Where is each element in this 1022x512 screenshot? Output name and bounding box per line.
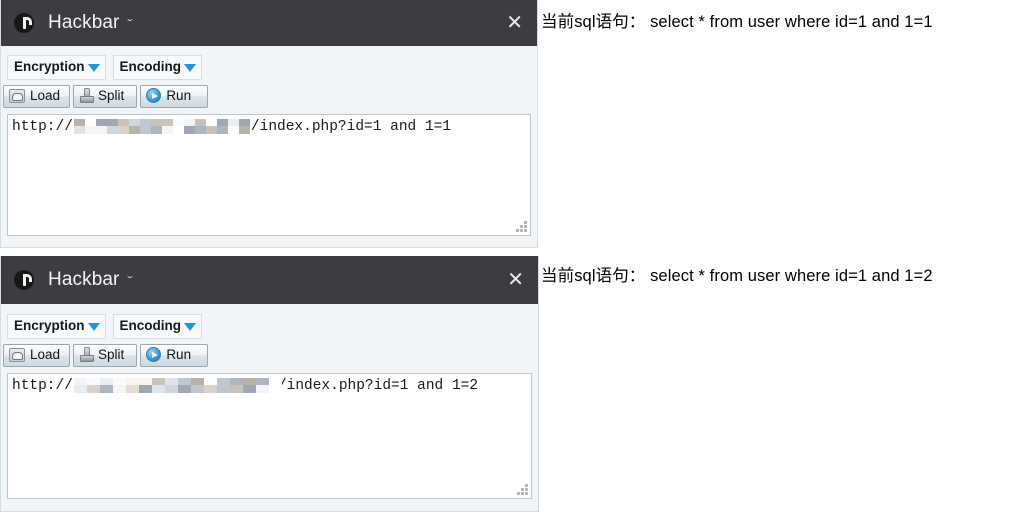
close-icon[interactable]: ✕ bbox=[507, 270, 524, 290]
hackbar-action-row-2: Load Split Run bbox=[1, 339, 538, 374]
chevron-down-icon[interactable]: ˇ bbox=[128, 275, 133, 287]
run-button-label: Run bbox=[166, 87, 192, 103]
hackbar-titlebar-2: Hackbar ˇ ✕ bbox=[1, 256, 538, 304]
hackbar-logo-icon bbox=[14, 270, 34, 290]
encoding-dropdown-label: Encoding bbox=[119, 318, 182, 333]
url-textarea-wrap-1: http:// /index.php?id=1 and 1=1 bbox=[7, 114, 531, 237]
archive-box-icon bbox=[9, 347, 25, 362]
triangle-down-icon bbox=[184, 322, 197, 331]
archive-box-icon bbox=[9, 88, 25, 103]
run-button-2[interactable]: Run bbox=[140, 343, 209, 368]
play-circle-icon bbox=[146, 347, 162, 363]
encryption-dropdown-1[interactable]: Encryption bbox=[7, 55, 106, 80]
load-button-label: Load bbox=[30, 87, 61, 103]
run-button-1[interactable]: Run bbox=[140, 84, 209, 109]
split-button-1[interactable]: Split bbox=[73, 84, 138, 109]
hackbar-panel-1: Hackbar ˇ ✕ Encryption Encoding Load Spl… bbox=[0, 0, 538, 248]
chevron-down-icon[interactable]: ˇ bbox=[128, 18, 133, 30]
url-prefix: http:// bbox=[12, 119, 73, 136]
hackbar-action-row-1: Load Split Run bbox=[1, 80, 537, 115]
resize-grip-icon[interactable] bbox=[516, 221, 527, 232]
hackbar-title-2: Hackbar bbox=[48, 269, 120, 290]
encoding-dropdown-2[interactable]: Encoding bbox=[112, 314, 203, 339]
close-icon[interactable]: ✕ bbox=[506, 13, 523, 33]
load-button-1[interactable]: Load bbox=[3, 84, 71, 109]
url-textarea-1[interactable]: http:// /index.php?id=1 and 1=1 bbox=[7, 114, 531, 237]
redacted-host-1 bbox=[73, 118, 250, 134]
split-button-label: Split bbox=[98, 87, 125, 103]
split-tool-icon bbox=[79, 88, 95, 104]
redacted-host-2 bbox=[73, 377, 282, 393]
run-button-label: Run bbox=[166, 346, 192, 362]
screenshot-root: Hackbar ˇ ✕ Encryption Encoding Load Spl… bbox=[0, 0, 1022, 512]
resize-grip-icon[interactable] bbox=[517, 484, 528, 495]
split-tool-icon bbox=[79, 347, 95, 363]
hackbar-body-1: Encryption Encoding Load Split Run http:… bbox=[1, 46, 537, 237]
encryption-dropdown-label: Encryption bbox=[14, 318, 85, 333]
sql-statement-2: 当前sql语句： select * from user where id=1 a… bbox=[541, 267, 933, 285]
load-button-label: Load bbox=[30, 346, 61, 362]
url-suffix: /index.php?id=1 and 1=2 bbox=[277, 378, 479, 395]
url-prefix: http:// bbox=[12, 378, 73, 395]
encoding-dropdown-label: Encoding bbox=[119, 59, 182, 74]
url-text-2: http:// /index.php?id=1 and 1=2 bbox=[8, 374, 531, 394]
play-circle-icon bbox=[146, 88, 162, 104]
split-button-2[interactable]: Split bbox=[73, 343, 138, 368]
encoding-dropdown-1[interactable]: Encoding bbox=[112, 55, 203, 80]
hackbar-title-1: Hackbar bbox=[48, 12, 120, 33]
triangle-down-icon bbox=[87, 322, 100, 331]
load-button-2[interactable]: Load bbox=[3, 343, 71, 368]
hackbar-body-2: Encryption Encoding Load Split Run http:… bbox=[1, 304, 538, 500]
triangle-down-icon bbox=[87, 63, 100, 72]
sql-statement-1: 当前sql语句： select * from user where id=1 a… bbox=[541, 13, 933, 31]
triangle-down-icon bbox=[184, 63, 197, 72]
hackbar-titlebar-1: Hackbar ˇ ✕ bbox=[1, 0, 537, 46]
split-button-label: Split bbox=[98, 346, 125, 362]
url-text-1: http:// /index.php?id=1 and 1=1 bbox=[8, 115, 530, 135]
url-textarea-2[interactable]: http:// /index.php?id=1 and 1=2 bbox=[7, 373, 532, 500]
encryption-dropdown-2[interactable]: Encryption bbox=[7, 314, 106, 339]
encryption-dropdown-label: Encryption bbox=[14, 59, 85, 74]
hackbar-logo-icon bbox=[14, 13, 34, 33]
hackbar-dropdown-row-2: Encryption Encoding bbox=[1, 304, 538, 339]
hackbar-dropdown-row-1: Encryption Encoding bbox=[1, 46, 537, 80]
url-textarea-wrap-2: http:// /index.php?id=1 and 1=2 bbox=[7, 373, 532, 500]
hackbar-panel-2: Hackbar ˇ ✕ Encryption Encoding Load Spl… bbox=[0, 256, 539, 512]
url-suffix: /index.php?id=1 and 1=1 bbox=[250, 119, 452, 136]
